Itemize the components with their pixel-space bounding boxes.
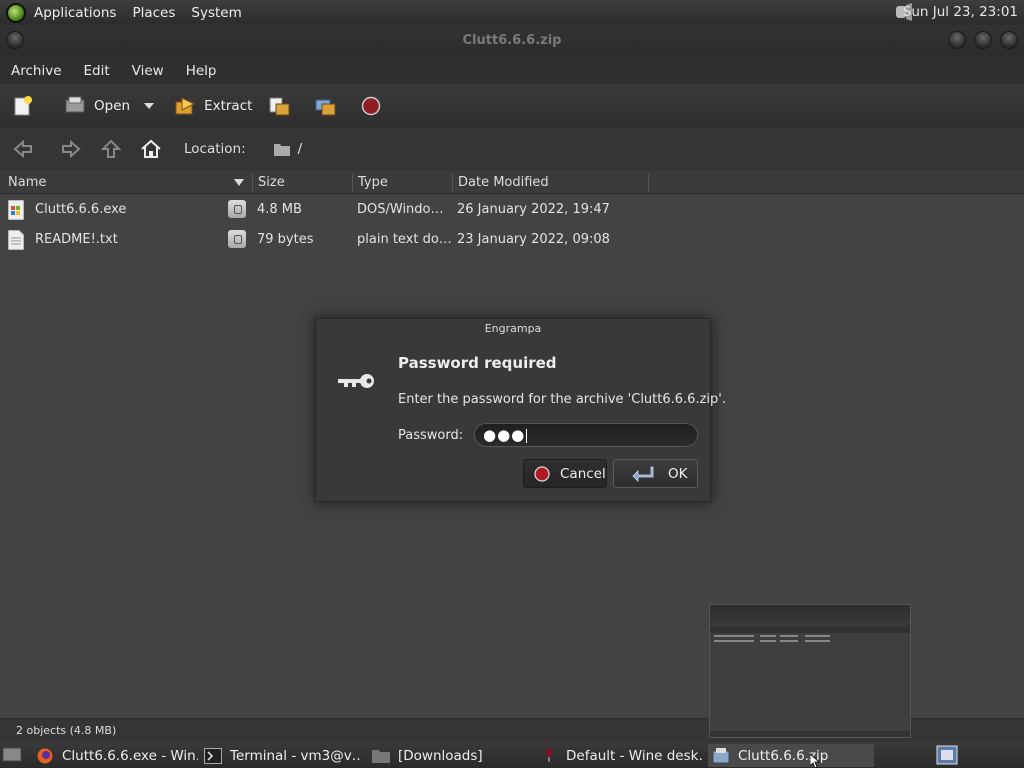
forward-icon[interactable] [60, 138, 82, 160]
window-thumbnail-preview[interactable] [709, 604, 911, 738]
clock[interactable]: Sun Jul 23, 23:01 [903, 4, 1018, 20]
file-size: 4.8 MB [257, 202, 302, 217]
column-size[interactable]: Size [258, 175, 285, 190]
file-date: 26 January 2022, 19:47 [457, 202, 610, 217]
menu-archive[interactable]: Archive [0, 63, 73, 79]
workspace-switcher-icon[interactable] [936, 745, 958, 765]
menu-edit[interactable]: Edit [73, 63, 121, 79]
new-archive-button[interactable] [6, 89, 48, 123]
menu-help[interactable]: Help [175, 63, 228, 79]
lock-icon [228, 200, 246, 218]
toolbar: Open Extract [0, 84, 1024, 128]
exe-file-icon [8, 200, 24, 220]
applications-menu[interactable]: Applications [26, 5, 124, 21]
taskbar-item-label: Terminal - vm3@v… [230, 747, 360, 764]
ok-button[interactable]: OK [613, 459, 698, 488]
stop-icon [362, 96, 381, 116]
column-date-modified[interactable]: Date Modified [458, 175, 549, 190]
ok-label: OK [668, 465, 688, 482]
dialog-title: Engrampa [484, 322, 542, 335]
taskbar: Clutt6.6.6.exe - Win… Terminal - vm3@v… … [0, 742, 1024, 768]
cancel-icon [534, 465, 550, 482]
extract-button[interactable]: Extract [168, 89, 258, 123]
mate-logo-icon[interactable] [6, 2, 26, 23]
column-header: Name Size Type Date Modified [0, 172, 1024, 194]
chevron-down-icon [144, 103, 155, 109]
taskbar-item-engrampa[interactable]: Clutt6.6.6.zip [708, 744, 874, 767]
open-button[interactable]: Open [58, 89, 136, 123]
status-text: 2 objects (4.8 MB) [16, 724, 117, 737]
window-titlebar[interactable]: Clutt6.6.6.zip [0, 25, 1024, 57]
taskbar-item-label: Clutt6.6.6.exe - Win… [62, 747, 198, 764]
maximize-button[interactable] [974, 31, 992, 49]
system-menu[interactable]: System [183, 5, 249, 21]
location-bar: Location: / [0, 128, 1024, 170]
add-folder-button[interactable] [308, 89, 350, 123]
column-name[interactable]: Name [8, 175, 46, 190]
show-desktop-icon[interactable] [2, 747, 22, 763]
password-input[interactable]: ●●● [474, 423, 698, 447]
open-label: Open [94, 98, 131, 114]
add-files-button[interactable] [262, 89, 304, 123]
location-path-text: / [297, 141, 303, 157]
enter-icon [632, 466, 654, 482]
file-name: Clutt6.6.6.exe [35, 202, 127, 217]
add-files-icon [269, 97, 290, 116]
new-archive-icon [14, 96, 32, 116]
mouse-cursor-icon [810, 754, 820, 768]
open-archive-icon [65, 96, 85, 113]
taskbar-item-wine-desktop[interactable]: Default - Wine desk… [540, 744, 702, 767]
open-dropdown-button[interactable] [138, 89, 160, 123]
password-label: Password: [398, 428, 464, 443]
places-menu[interactable]: Places [124, 5, 183, 21]
location-label: Location: [184, 141, 246, 157]
thumbnail-image [710, 605, 910, 737]
close-button[interactable] [1000, 31, 1018, 49]
file-size: 79 bytes [257, 232, 314, 247]
top-panel: Applications Places System Sun Jul 23, 2… [0, 0, 1024, 25]
cancel-button[interactable]: Cancel [523, 459, 607, 488]
menubar: Archive Edit View Help [0, 57, 1024, 84]
file-date: 23 January 2022, 09:08 [457, 232, 610, 247]
file-name: README!.txt [35, 232, 118, 247]
back-icon[interactable] [12, 138, 34, 160]
key-icon [338, 374, 374, 388]
window-title: Clutt6.6.6.zip [462, 33, 562, 48]
archive-manager-icon [712, 747, 730, 763]
column-type[interactable]: Type [358, 175, 388, 190]
table-row[interactable]: Clutt6.6.6.exe 4.8 MB DOS/Windo… 26 Janu… [0, 195, 1024, 225]
up-icon[interactable] [100, 138, 122, 160]
text-file-icon [8, 230, 24, 250]
terminal-icon [204, 747, 222, 764]
file-type: plain text do… [357, 232, 452, 247]
taskbar-item-downloads[interactable]: [Downloads] [372, 744, 532, 767]
firefox-icon [37, 748, 53, 763]
menu-view[interactable]: View [121, 63, 175, 79]
minimize-button[interactable] [948, 31, 966, 49]
taskbar-item-terminal[interactable]: Terminal - vm3@v… [204, 744, 360, 767]
lock-icon [228, 230, 246, 248]
dialog-message: Enter the password for the archive 'Clut… [398, 392, 726, 407]
home-icon[interactable] [140, 138, 162, 160]
taskbar-item-clutt-exe[interactable]: Clutt6.6.6.exe - Win… [36, 744, 198, 767]
folder-icon [372, 749, 390, 763]
add-folder-icon [315, 99, 336, 116]
taskbar-item-label: Default - Wine desk… [566, 747, 702, 764]
wine-icon [546, 748, 552, 762]
extract-label: Extract [204, 98, 253, 114]
cancel-label: Cancel [560, 465, 606, 482]
file-type: DOS/Windo… [357, 202, 444, 217]
location-path[interactable]: / [273, 141, 303, 157]
dialog-heading: Password required [398, 354, 557, 372]
table-row[interactable]: README!.txt 79 bytes plain text do… 23 J… [0, 225, 1024, 255]
password-dialog: Engrampa Password required Enter the pas… [315, 318, 726, 502]
stop-button[interactable] [354, 89, 396, 123]
sort-down-icon [234, 179, 244, 186]
extract-icon [175, 97, 196, 115]
folder-icon [273, 144, 290, 156]
taskbar-item-label: [Downloads] [398, 747, 483, 764]
